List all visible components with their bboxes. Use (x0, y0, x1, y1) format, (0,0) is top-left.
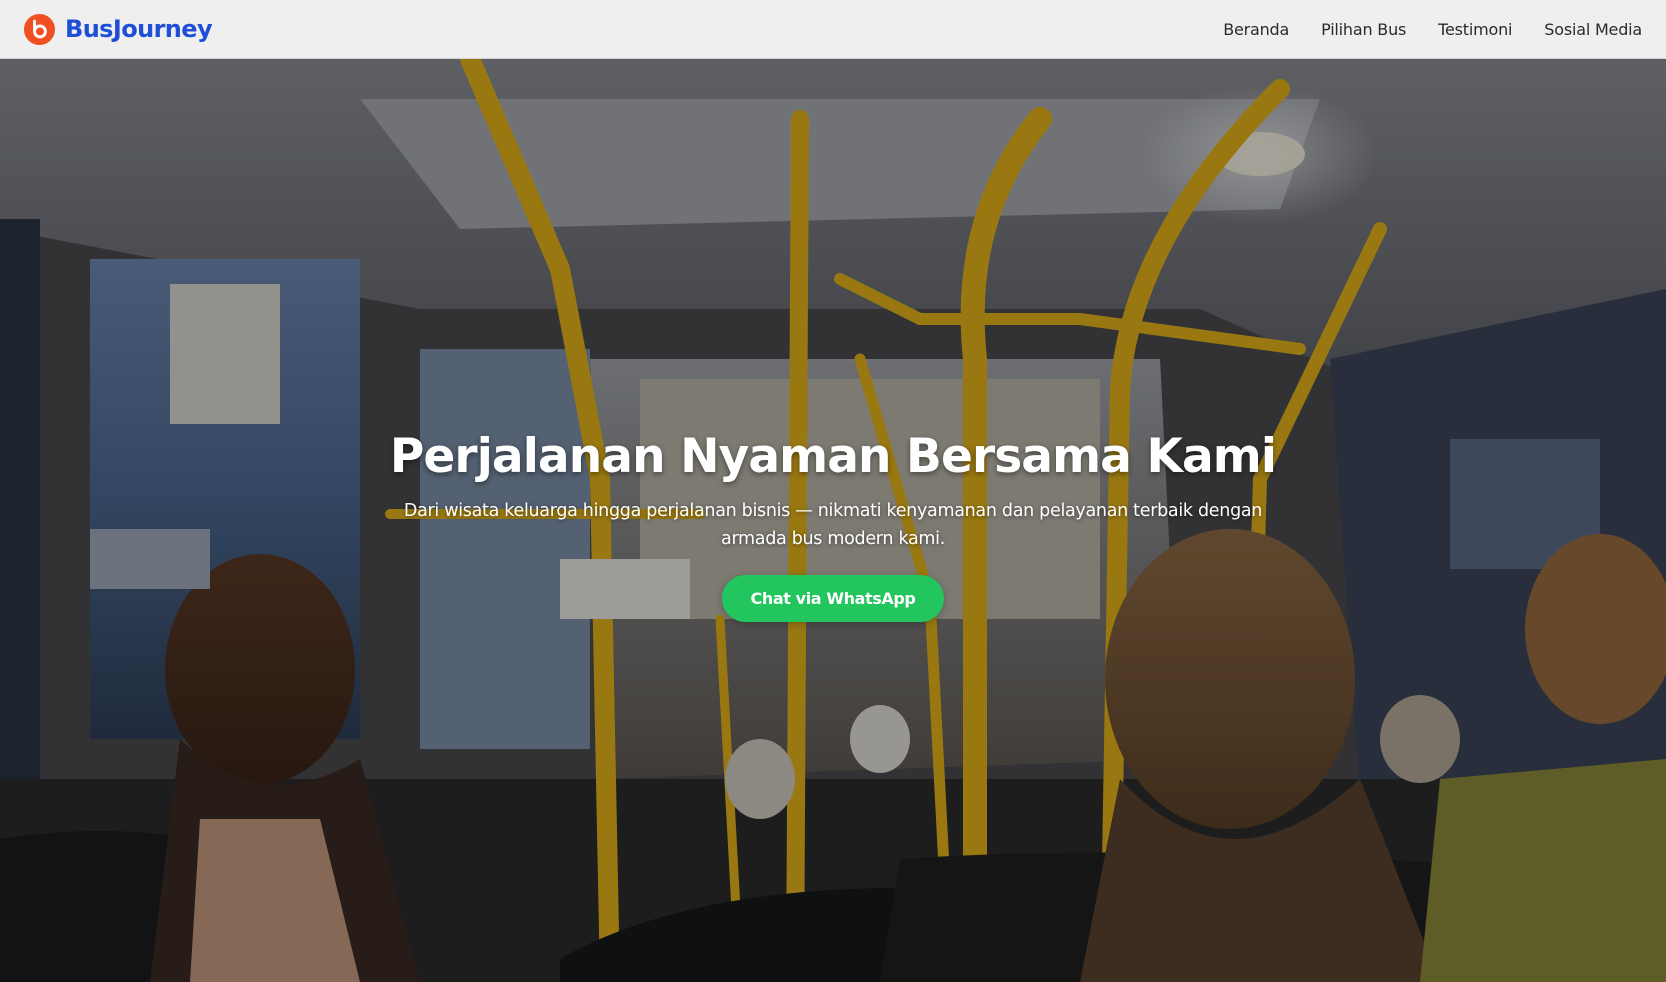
hero-subtitle: Dari wisata keluarga hingga perjalanan b… (403, 501, 1263, 550)
nav-link-pilihan-bus[interactable]: Pilihan Bus (1321, 20, 1406, 39)
brand-name: BusJourney (65, 15, 213, 43)
hero-title: Perjalanan Nyaman Bersama Kami (389, 429, 1277, 484)
brand-logo-link[interactable]: BusJourney (23, 13, 213, 46)
hero-content: Perjalanan Nyaman Bersama Kami Dari wisa… (0, 429, 1666, 623)
brand-logo-icon (23, 13, 56, 45)
main-nav: Beranda Pilihan Bus Testimoni Sosial Med… (1223, 20, 1642, 39)
nav-link-beranda[interactable]: Beranda (1223, 20, 1289, 39)
hero-section: Perjalanan Nyaman Bersama Kami Dari wisa… (0, 59, 1666, 982)
navbar: BusJourney Beranda Pilihan Bus Testimoni… (0, 0, 1666, 59)
nav-link-sosial-media[interactable]: Sosial Media (1544, 20, 1642, 39)
nav-link-testimoni[interactable]: Testimoni (1438, 20, 1512, 39)
whatsapp-chat-button[interactable]: Chat via WhatsApp (722, 575, 944, 623)
